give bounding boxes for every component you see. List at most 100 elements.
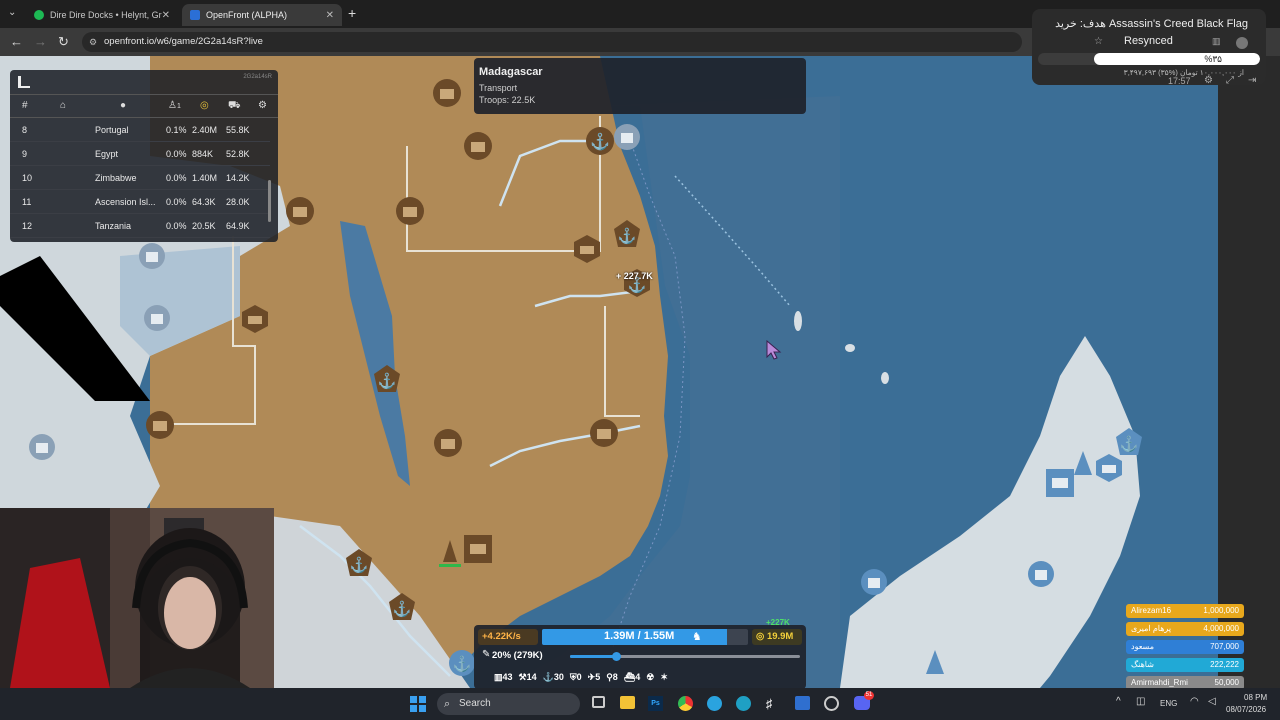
table-row[interactable]: 12 Tanzania 0.0% 20.5K 64.9K — [10, 214, 270, 238]
port-icon[interactable]: ⚓ — [612, 219, 642, 249]
attack-ratio-slider[interactable] — [570, 652, 800, 661]
clock-time[interactable]: 08 PM — [1244, 693, 1267, 702]
telegram-icon[interactable] — [707, 696, 722, 711]
settings-icon[interactable]: ⚙ — [258, 100, 267, 111]
donation-goal-widget: هدف: خرید Assassin's Creed Black Flag ☆ … — [1032, 9, 1266, 86]
city-icon[interactable] — [1026, 559, 1056, 589]
city-icon[interactable] — [142, 303, 172, 333]
chart-icon[interactable] — [18, 76, 30, 88]
player-list-item: پرهام امیری 4,000,000 — [1126, 622, 1244, 636]
photoshop-icon[interactable]: Ps — [648, 696, 663, 711]
factory-icon[interactable] — [589, 418, 619, 448]
player-icon[interactable]: ● — [120, 100, 126, 111]
windows-start-icon[interactable] — [410, 696, 426, 712]
extension-icon[interactable]: ▥ — [1212, 36, 1221, 47]
building-count-item[interactable]: ✶ — [660, 672, 668, 683]
name-cell: Zimbabwe — [95, 173, 137, 183]
site-info-icon[interactable]: ⚙ — [89, 32, 97, 52]
missile-silo-icon[interactable] — [463, 534, 493, 564]
leaderboard-header: # ⌂ ● ♙1 ◎ ⛟ ⚙ — [10, 94, 278, 118]
troop-bar: 1.39M / 1.55M ♞ — [542, 629, 748, 645]
tab-close-icon[interactable]: ✕ — [162, 10, 170, 21]
attack-ratio-slider-knob[interactable] — [612, 652, 621, 661]
exit-icon[interactable]: ⇥ — [1248, 75, 1256, 86]
factory-icon[interactable] — [433, 428, 463, 458]
factory-icon[interactable] — [285, 196, 315, 226]
factory-icon[interactable] — [572, 234, 602, 264]
monitor-app-icon[interactable] — [795, 696, 810, 710]
new-tab-button[interactable]: + — [348, 5, 356, 21]
player-amount: 707,000 — [1210, 642, 1239, 651]
port-icon[interactable]: ⚓ — [585, 126, 615, 156]
table-row[interactable]: 8 Portugal 0.1% 2.40M 55.8K — [10, 118, 270, 142]
language-indicator[interactable]: ENG — [1160, 699, 1177, 708]
tab-list-chevron-icon[interactable]: ⌄ — [8, 7, 16, 18]
missile-silo-icon[interactable] — [1045, 468, 1075, 498]
port-icon[interactable]: ⚓ — [344, 548, 374, 578]
gold-icon[interactable]: ◎ — [200, 100, 209, 111]
pencil-icon: ✎ — [482, 649, 491, 660]
tab-music[interactable]: Dire Dire Docks • Helynt, Gr ✕ — [26, 4, 178, 26]
percent-cell: 0.1% — [166, 125, 187, 135]
port-icon[interactable]: ⚓ — [372, 364, 402, 394]
port-icon[interactable]: ⚓ — [447, 648, 477, 678]
building-count-item[interactable]: ⚒14 — [519, 672, 537, 683]
file-explorer-icon[interactable] — [620, 696, 635, 709]
leaderboard-scrollbar[interactable] — [268, 180, 271, 222]
factory-icon[interactable] — [395, 196, 425, 226]
avatar[interactable] — [1236, 37, 1248, 49]
forward-icon[interactable]: → — [34, 34, 47, 49]
taskbar-search[interactable]: ⌕ Search — [437, 693, 580, 715]
troops-sort-icon[interactable]: ♙1 — [168, 100, 181, 111]
tooltip-title: Madagascar — [479, 66, 543, 78]
edge-icon[interactable] — [736, 696, 751, 711]
volume-icon[interactable]: ◁ — [1208, 696, 1216, 707]
building-count-item[interactable]: ⚓30 — [543, 672, 564, 683]
gear-icon[interactable]: ⚙ — [1204, 75, 1213, 86]
spotify-icon — [34, 10, 44, 20]
city-icon[interactable] — [612, 122, 642, 152]
tiles-icon[interactable]: ⌂ — [60, 100, 66, 111]
factory-icon[interactable] — [145, 410, 175, 440]
building-count-item[interactable]: ☢ — [646, 672, 654, 683]
port-icon[interactable]: ⚓ — [387, 592, 417, 622]
reload-icon[interactable]: ↻ — [58, 34, 69, 50]
wifi-icon[interactable]: ◠ — [1190, 696, 1199, 707]
task-view-icon[interactable] — [592, 696, 605, 708]
factory-icon[interactable] — [463, 131, 493, 161]
url-field[interactable]: ⚙ openfront.io/w6/game/2G2a14sR?live — [82, 32, 1022, 52]
city-icon[interactable] — [27, 432, 57, 462]
search-icon: ⌕ — [444, 698, 451, 710]
building-count-item[interactable]: ⚲8 — [606, 672, 618, 683]
app-icon[interactable]: ♯ — [766, 696, 773, 711]
city-icon[interactable] — [859, 567, 889, 597]
building-count-item[interactable]: ▥43 — [494, 672, 513, 683]
chrome-icon[interactable] — [678, 696, 693, 711]
island — [881, 372, 889, 384]
expand-icon[interactable]: ⤢ — [1226, 75, 1234, 86]
sam-launcher-icon[interactable] — [920, 648, 950, 678]
building-count-item[interactable]: ⛨0 — [570, 672, 582, 683]
factory-icon[interactable] — [1094, 453, 1124, 483]
factory-icon[interactable] — [432, 78, 462, 108]
building-count-item[interactable]: ✈5 — [588, 672, 601, 683]
tray-chevron-icon[interactable]: ^ — [1116, 696, 1121, 707]
factory-icon[interactable] — [240, 304, 270, 334]
tab-close-icon[interactable]: ✕ — [326, 10, 334, 21]
steam-icon[interactable] — [824, 696, 839, 711]
army-icon[interactable]: ⛟ — [228, 100, 241, 113]
tab-openfront[interactable]: OpenFront (ALPHA) ✕ — [182, 4, 342, 26]
city-icon[interactable] — [137, 241, 167, 271]
table-row[interactable]: 11 Ascension Isl... 0.0% 64.3K 28.0K — [10, 190, 270, 214]
clock-date[interactable]: 08/07/2026 — [1226, 705, 1266, 714]
header-rank[interactable]: # — [22, 100, 28, 111]
table-row[interactable]: 10 Zimbabwe 0.0% 1.40M 14.2K — [10, 166, 270, 190]
network-icon[interactable]: ◫ — [1136, 696, 1145, 707]
troops-cell: 64.9K — [226, 221, 250, 231]
back-icon[interactable]: ← — [10, 34, 23, 49]
building-count-item[interactable]: ⛴4 — [624, 672, 640, 683]
table-row[interactable]: 9 Egypt 0.0% 884K 52.8K — [10, 142, 270, 166]
sam-launcher-icon[interactable] — [435, 538, 465, 568]
rank-cell: 11 — [22, 197, 32, 207]
star-icon[interactable]: ☆ — [1094, 36, 1103, 47]
